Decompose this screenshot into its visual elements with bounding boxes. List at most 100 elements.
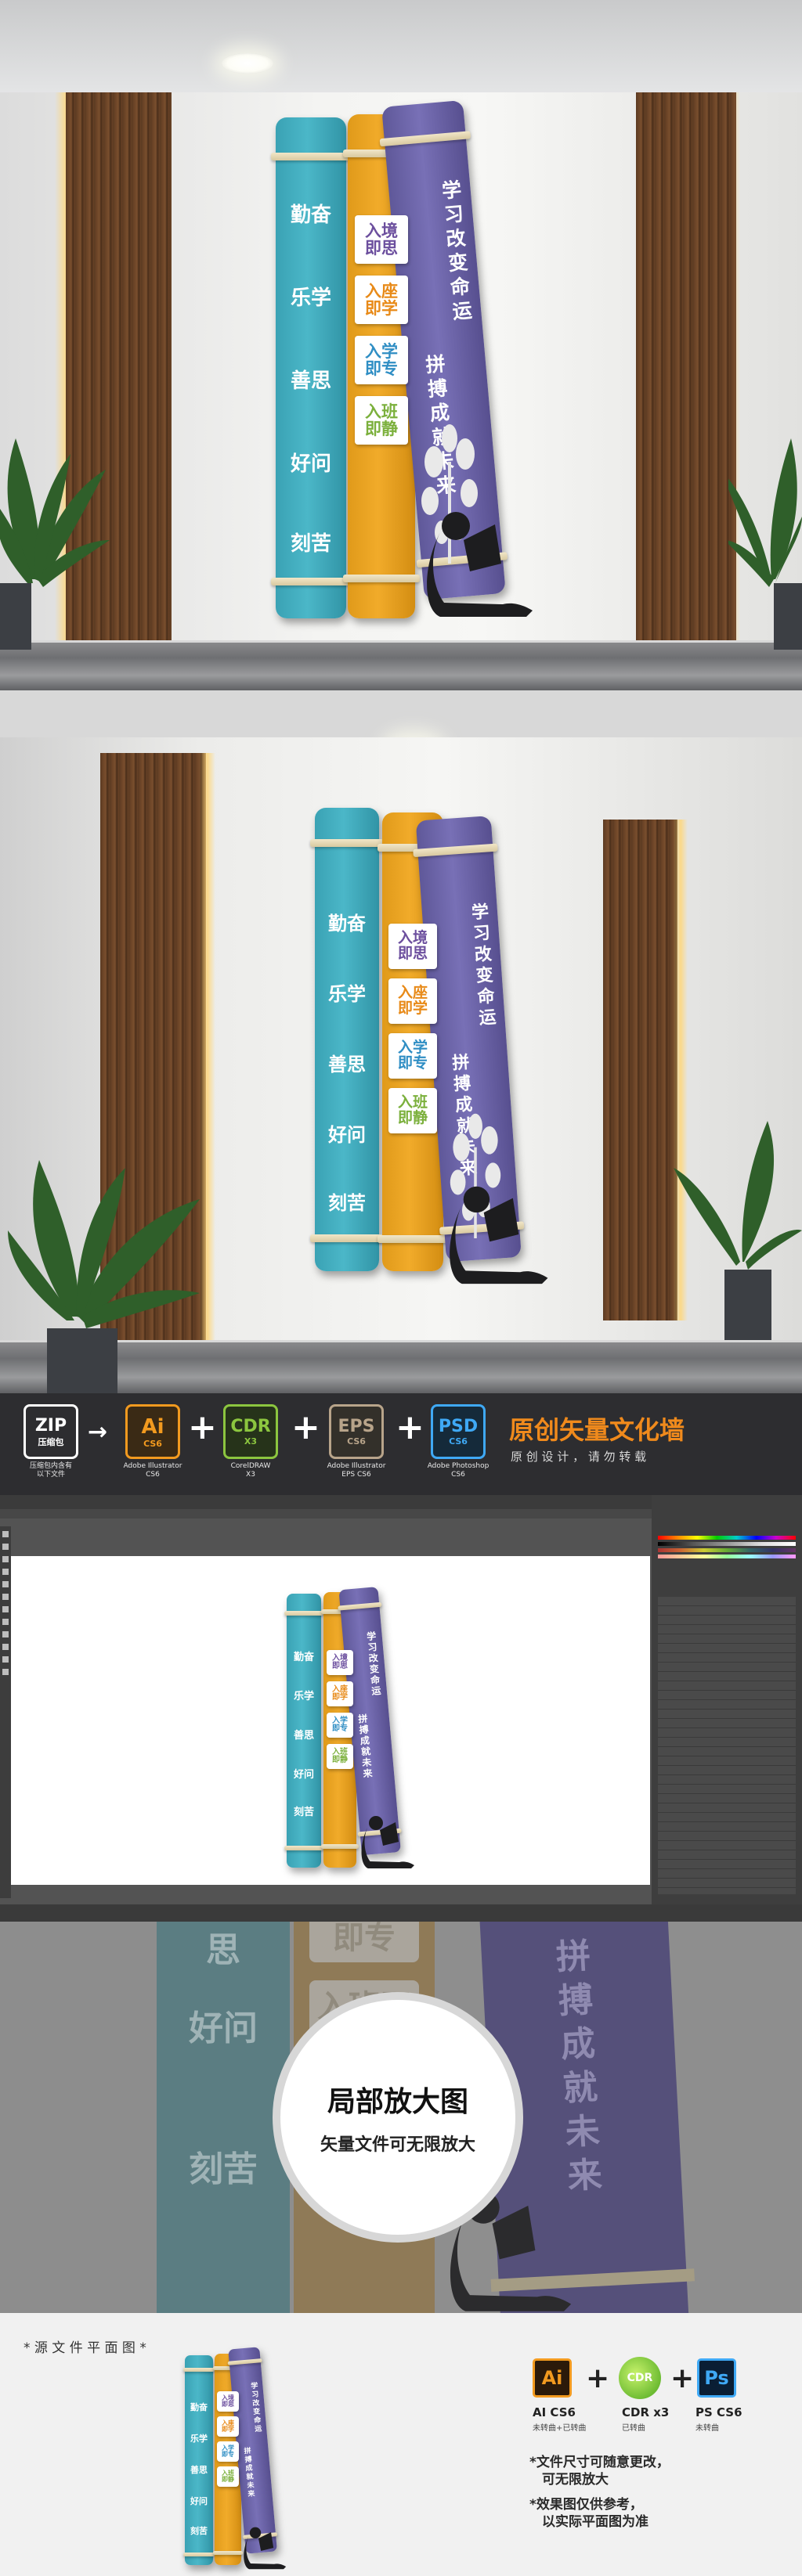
note-line-3: *效果图仅供参考， xyxy=(529,2497,643,2513)
tag-bottom: 即思 xyxy=(332,1662,348,1670)
tag-class-quiet: 入班 即静 xyxy=(327,1744,353,1769)
bookshelf-artwork: 勤奋 乐学 善思 好问 刻苦 学习改变命运 拼搏成就未来 入境 即思 入座 即学 入… xyxy=(284,1587,443,1869)
teal-book-text-4: 好问 xyxy=(293,1769,314,1781)
photoshop-icon: Ps xyxy=(697,2358,736,2398)
zoom-subtitle: 矢量文件可无限放大 xyxy=(320,2135,475,2155)
zoom-bg-left-text-2: 好问 xyxy=(189,2009,258,2048)
format-badge: ZIP xyxy=(34,1415,67,1436)
tag-top: 入班 xyxy=(365,402,398,421)
tag-bottom: 即专 xyxy=(365,359,398,378)
software-note-cdr: 已转曲 xyxy=(622,2424,645,2433)
reading-girl-silhouette xyxy=(244,2527,287,2570)
subline: 原 创 设 计 ， 请 勿 转 载 xyxy=(511,1450,647,1464)
format-caption: CorelDRAW X3 xyxy=(230,1462,271,1479)
teal-book-text-2: 乐学 xyxy=(328,982,366,1005)
teal-book-text-3: 善思 xyxy=(328,1053,366,1075)
zoom-detail-section: 思 好问 刻苦 即专 入班即静 拼搏成就未来 局部放大图 矢量文件可无限放大 xyxy=(0,1922,802,2313)
tag-seat-learn: 入座 即学 xyxy=(355,276,408,324)
tag-class-quiet: 入班 即静 xyxy=(355,396,408,445)
format-caption: 压缩包内含有 以下文件 xyxy=(29,1462,72,1479)
layers-list[interactable] xyxy=(658,1597,796,1894)
tag-bottom: 即思 xyxy=(222,2401,234,2408)
zoom-bg-tag-1: 即专 xyxy=(309,1922,419,1962)
teal-book-text-2: 乐学 xyxy=(290,286,331,310)
purple-book-line-1: 学习改变命运 xyxy=(468,902,497,1030)
tag-seat-learn: 入座 即学 xyxy=(327,1681,353,1706)
tag-bottom: 即思 xyxy=(397,945,428,962)
tag-enter-think: 入境 即思 xyxy=(217,2391,239,2412)
source-label: * 源 文 件 平 面 图 * xyxy=(23,2340,146,2356)
format-sub: CS6 xyxy=(449,1436,468,1447)
tag-bottom: 即静 xyxy=(332,1756,348,1764)
coreldraw-icon: CDR xyxy=(619,2357,661,2399)
ceiling-lamp xyxy=(222,53,273,74)
tag-top: 入学 xyxy=(365,341,398,361)
headline: 原创矢量文化墙 xyxy=(509,1415,685,1445)
tag-top: 入班 xyxy=(397,1093,428,1111)
software-note-ai: 未转曲+已转曲 xyxy=(533,2424,587,2433)
bookshelf-artwork: 勤奋 乐学 善思 好问 刻苦 学习改变命运 拼搏成就未来 入境 即思 入座 即学 入… xyxy=(183,2343,310,2576)
tag-top: 入座 xyxy=(397,984,428,1002)
teal-book-text-1: 勤奋 xyxy=(293,1652,314,1663)
teal-book-text-4: 好问 xyxy=(290,452,331,476)
format-sub: CS6 xyxy=(347,1436,366,1447)
tag-class-quiet: 入班 即静 xyxy=(217,2466,239,2487)
purple-book-line-1: 学习改变命运 xyxy=(365,1630,382,1698)
software-name-ai: AI CS6 xyxy=(533,2405,576,2419)
tag-enter-think: 入境 即思 xyxy=(327,1650,353,1675)
wood-panel-right xyxy=(636,92,736,640)
teal-book-text-1: 勤奋 xyxy=(190,2402,208,2412)
reading-girl-silhouette xyxy=(427,512,533,617)
scene-1: 勤奋 乐学 善思 好问 刻苦 学习改变命运 拼搏成就未来 入境 即思 入座 即学 入… xyxy=(0,0,802,690)
teal-book-text-2: 乐学 xyxy=(190,2434,208,2444)
zoom-bg-right-text: 拼搏成就未来 xyxy=(548,1937,603,2202)
zoom-bg-left-text-3: 刻苦 xyxy=(189,2149,258,2189)
software-name-ps: PS CS6 xyxy=(695,2405,742,2419)
format-psd: PSD CS6 Adobe Photoshop CS6 xyxy=(415,1404,501,1479)
teal-book: 勤奋 乐学 善思 好问 刻苦 xyxy=(183,2355,215,2565)
note-line-2: 可无限放大 xyxy=(542,2472,609,2488)
tag-enter-think: 入境 即思 xyxy=(355,215,408,264)
tag-top: 入境 xyxy=(397,929,428,947)
potted-plant-right xyxy=(728,438,802,650)
illustrator-icon-label: Ai xyxy=(541,2367,563,2389)
tag-bottom: 即学 xyxy=(222,2426,234,2433)
editor-toolbox xyxy=(0,1526,11,1898)
reading-girl-silhouette xyxy=(450,1186,548,1284)
editor-status-bar xyxy=(0,1904,802,1922)
tag-bottom: 即学 xyxy=(332,1693,348,1702)
tag-bottom: 即专 xyxy=(397,1054,428,1072)
tag-seat-learn: 入座 即学 xyxy=(217,2416,239,2437)
teal-book-text-5: 刻苦 xyxy=(290,532,331,556)
format-badge: PSD xyxy=(438,1417,479,1436)
teal-book-text-5: 刻苦 xyxy=(328,1191,366,1214)
tag-enter-think: 入境 即思 xyxy=(388,924,437,969)
tag-bottom: 即静 xyxy=(365,420,398,438)
teal-book-text-1: 勤奋 xyxy=(328,912,366,935)
format-ai: Ai CS6 Adobe Illustrator CS6 xyxy=(110,1404,196,1479)
teal-book-text-4: 好问 xyxy=(190,2496,208,2506)
plus-icon: + xyxy=(586,2362,610,2394)
tag-seat-learn: 入座 即学 xyxy=(388,978,437,1024)
teal-book-text-3: 善思 xyxy=(293,1730,314,1742)
potted-plant-right xyxy=(674,1121,802,1340)
format-sub: CS6 xyxy=(143,1438,162,1449)
zoom-bg-left-text-1: 思 xyxy=(206,1930,240,1970)
purple-book-line-1: 学习改变命运 xyxy=(248,2381,262,2434)
teal-book-text-3: 善思 xyxy=(190,2465,208,2475)
purple-book-line-2: 拼搏成就未来 xyxy=(242,2446,255,2499)
tag-study-focus: 入学 即专 xyxy=(217,2441,239,2462)
tag-top: 入学 xyxy=(397,1039,428,1057)
editor-screenshot: 勤奋 乐学 善思 好问 刻苦 学习改变命运 拼搏成就未来 入境 即思 入座 即学 入… xyxy=(0,1495,802,1922)
bookshelf-artwork: 勤奋 乐学 善思 好问 刻苦 学习改变命运 拼搏成就未来 入境 即思 入座 即学 入… xyxy=(310,808,550,1284)
format-caption: Adobe Photoshop CS6 xyxy=(427,1462,490,1479)
potted-plant-left xyxy=(0,438,110,650)
editor-side-panel[interactable] xyxy=(652,1495,802,1904)
tag-bottom: 即专 xyxy=(222,2451,234,2458)
source-file-section: * 源 文 件 平 面 图 * 勤奋 乐学 善思 好问 刻苦 学习改变命运 拼搏… xyxy=(0,2313,802,2576)
editor-canvas[interactable]: 勤奋 乐学 善思 好问 刻苦 学习改变命运 拼搏成就未来 入境 即思 入座 即学 入… xyxy=(11,1556,650,1885)
format-zip: ZIP 压缩包 压缩包内含有 以下文件 xyxy=(17,1404,85,1479)
note-line-1: *文件尺寸可随意更改， xyxy=(529,2455,670,2470)
potted-plant-left xyxy=(8,1160,200,1393)
purple-book-line-2: 拼搏成就未来 xyxy=(356,1713,374,1780)
